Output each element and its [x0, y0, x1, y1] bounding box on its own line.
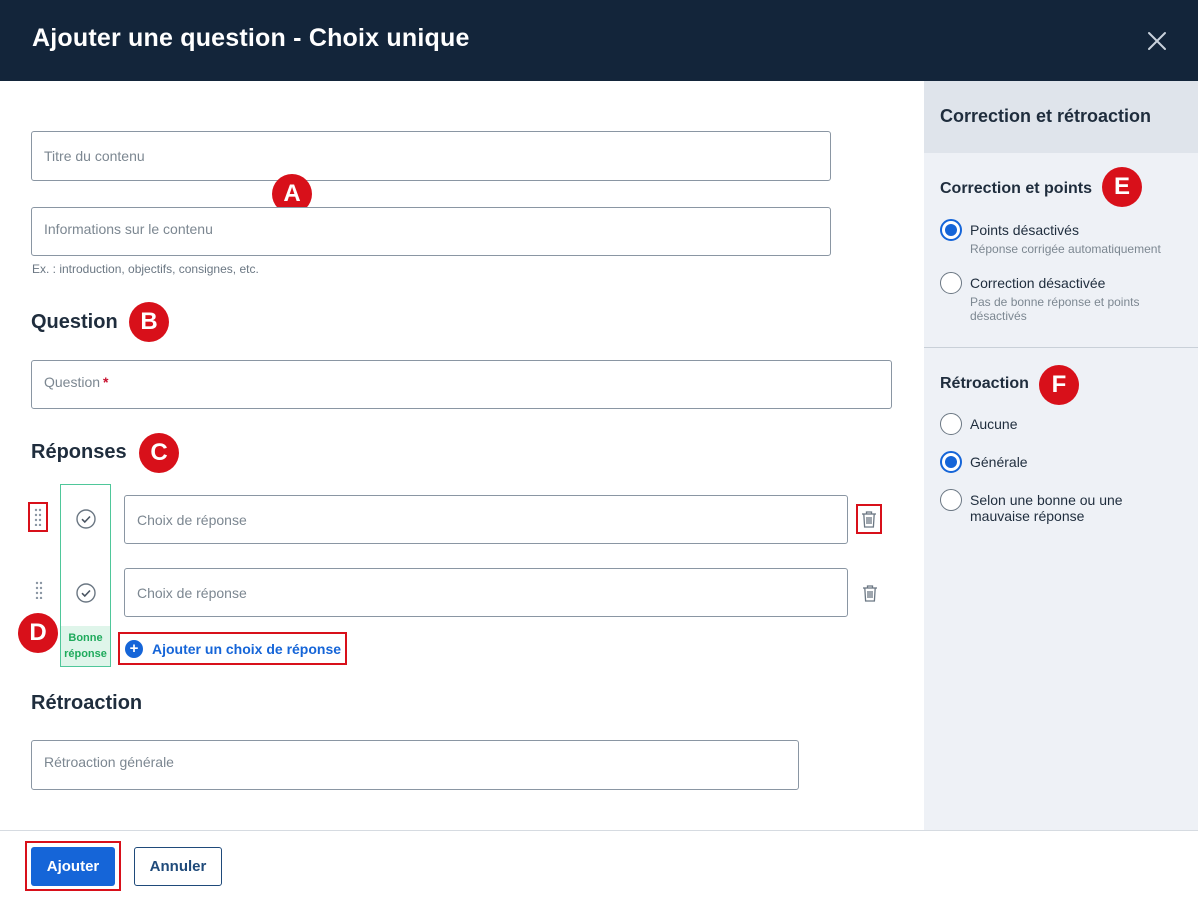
- question-heading: Question: [31, 311, 118, 333]
- sidebar-divider: [924, 347, 1198, 348]
- drag-handle-icon[interactable]: [29, 575, 49, 605]
- content-title-label: Titre du contenu: [44, 148, 145, 164]
- mark-correct-check-icon[interactable]: [76, 583, 96, 603]
- content-info-hint: Ex. : introduction, objectifs, consignes…: [32, 262, 259, 276]
- annotation-badge-b: B: [129, 302, 169, 342]
- option-label: Points désactivés: [970, 222, 1079, 238]
- responses-heading: Réponses: [31, 441, 127, 463]
- content-info-input[interactable]: Informations sur le contenu: [31, 207, 831, 256]
- option-label: Correction désactivée: [970, 275, 1106, 291]
- radio-points-disabled[interactable]: [940, 219, 962, 241]
- radio-feedback-right-wrong[interactable]: [940, 489, 962, 511]
- cancel-button[interactable]: Annuler: [134, 847, 222, 886]
- option-label: Selon une bonne ou une mauvaise réponse: [970, 492, 1123, 524]
- question-input[interactable]: Question *: [31, 360, 892, 409]
- feedback-settings-heading: Rétroaction: [940, 375, 1029, 392]
- annotation-badge-d: D: [18, 613, 58, 653]
- good-answer-label: Bonne réponse: [61, 626, 110, 666]
- choice-placeholder: Choix de réponse: [137, 584, 247, 601]
- annotation-badge-c: C: [139, 433, 179, 473]
- add-choice-label: Ajouter un choix de réponse: [152, 640, 342, 657]
- feedback-heading: Rétroaction: [31, 692, 143, 714]
- settings-sidebar: Correction et rétroaction Correction et …: [924, 81, 1198, 830]
- choice-input[interactable]: Choix de réponse: [124, 568, 848, 617]
- delete-trash-icon[interactable]: [856, 504, 882, 534]
- add-choice-button[interactable]: + Ajouter un choix de réponse: [118, 632, 347, 665]
- annotation-badge-f: F: [1039, 365, 1079, 405]
- radio-correction-disabled[interactable]: [940, 272, 962, 294]
- content-title-input[interactable]: Titre du contenu: [31, 131, 831, 181]
- delete-trash-icon[interactable]: [857, 578, 883, 608]
- option-label: Générale: [970, 454, 1028, 470]
- option-description: Pas de bonne réponse et points désactivé…: [970, 295, 1140, 323]
- choice-placeholder: Choix de réponse: [137, 511, 247, 528]
- radio-feedback-general[interactable]: [940, 451, 962, 473]
- radio-feedback-none[interactable]: [940, 413, 962, 435]
- dialog-header: Ajouter une question - Choix unique: [0, 0, 1198, 81]
- correction-heading: Correction et points: [940, 180, 1093, 197]
- drag-handle-icon[interactable]: [28, 502, 48, 532]
- add-button[interactable]: Ajouter: [31, 847, 115, 886]
- feedback-label: Rétroaction générale: [44, 754, 174, 770]
- annotation-badge-e: E: [1102, 167, 1142, 207]
- dialog-title: Ajouter une question - Choix unique: [32, 24, 470, 52]
- required-marker: *: [103, 374, 109, 390]
- plus-icon: +: [125, 639, 143, 658]
- sidebar-title: Correction et rétroaction: [940, 106, 1152, 126]
- feedback-input[interactable]: Rétroaction générale: [31, 740, 799, 790]
- close-icon[interactable]: [1144, 28, 1170, 54]
- sidebar-header: Correction et rétroaction: [924, 81, 1198, 153]
- mark-correct-check-icon[interactable]: [76, 509, 96, 529]
- option-label: Aucune: [970, 416, 1018, 432]
- option-description: Réponse corrigée automatiquement: [970, 242, 1161, 256]
- choice-input[interactable]: Choix de réponse: [124, 495, 848, 544]
- content-info-label: Informations sur le contenu: [44, 221, 213, 237]
- question-label: Question: [44, 374, 101, 390]
